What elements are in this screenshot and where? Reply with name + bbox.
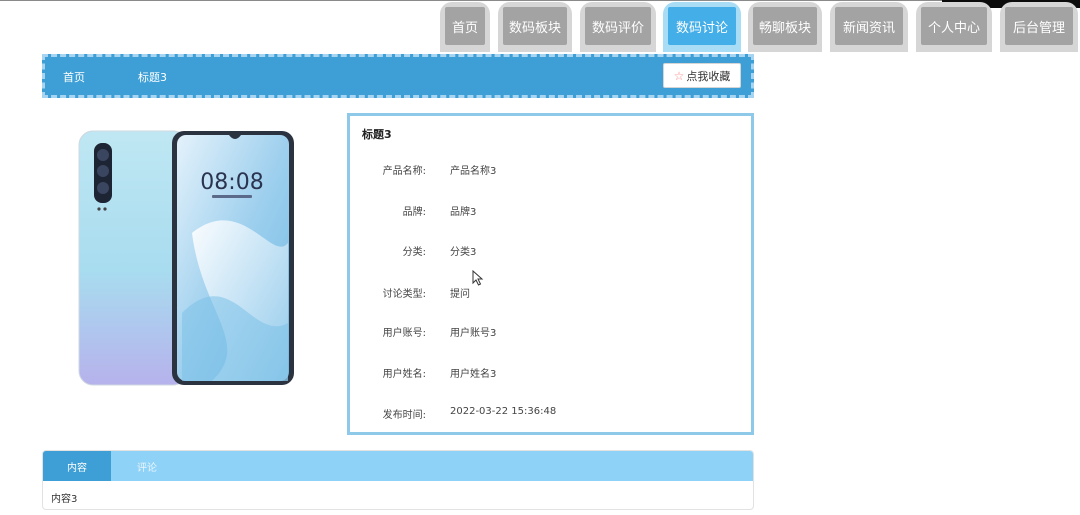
- tabs-header: 内容 评论: [43, 451, 753, 481]
- top-border-line: [0, 0, 1080, 1]
- detail-row: 用户账号: 用户账号3: [350, 324, 750, 344]
- detail-value: 用户账号3: [450, 328, 497, 339]
- star-outline-icon: ☆: [673, 68, 685, 83]
- detail-label: 品牌:: [402, 207, 426, 218]
- detail-value: 分类3: [450, 247, 477, 258]
- detail-row: 讨论类型: 提问: [350, 285, 750, 305]
- nav-tab-digital-discussion[interactable]: 数码讨论: [663, 2, 741, 52]
- content-tabs: 内容 评论 内容3: [42, 450, 754, 510]
- nav-tab-personal-center[interactable]: 个人中心: [916, 2, 992, 52]
- nav-tab-label: 后台管理: [1005, 7, 1073, 45]
- nav-tab-label: 畅聊板块: [753, 7, 817, 45]
- detail-row: 分类: 分类3: [350, 243, 750, 263]
- detail-value: 产品名称3: [450, 166, 497, 177]
- detail-value: 品牌3: [450, 207, 477, 218]
- detail-value: 用户姓名3: [450, 369, 497, 380]
- product-image: 08:08: [42, 113, 332, 413]
- breadcrumb-home-link[interactable]: 首页: [63, 69, 85, 85]
- nav-tab-label: 个人中心: [921, 7, 987, 45]
- nav-tab-label: 数码讨论: [668, 7, 736, 45]
- detail-panel: 标题3 产品名称: 产品名称3 品牌: 品牌3 分类: 分类3 讨论类型: 提问…: [347, 113, 754, 435]
- nav-tab-label: 首页: [445, 7, 485, 45]
- detail-value: 2022-03-22 15:36:48: [450, 406, 557, 417]
- nav-tab-label: 数码评价: [585, 7, 651, 45]
- detail-label: 讨论类型:: [382, 289, 426, 300]
- nav-tab-news[interactable]: 新闻资讯: [830, 2, 908, 52]
- detail-label: 用户姓名:: [382, 369, 426, 380]
- detail-row: 品牌: 品牌3: [350, 203, 750, 223]
- lockscreen-time: 08:08: [200, 170, 263, 195]
- nav-tab-home[interactable]: 首页: [440, 2, 490, 52]
- nav-tab-label: 数码板块: [503, 7, 567, 45]
- tab-body-text: 内容3: [51, 494, 78, 505]
- nav-tab-digital-review[interactable]: 数码评价: [580, 2, 656, 52]
- mouse-cursor-icon: [472, 269, 484, 290]
- nav-tab-admin[interactable]: 后台管理: [1000, 2, 1078, 52]
- detail-label: 产品名称:: [382, 166, 426, 177]
- main-nav: 首页 数码板块 数码评价 数码讨论 畅聊板块 新闻资讯 个人中心 后台管理: [0, 2, 1080, 52]
- detail-row: 产品名称: 产品名称3: [350, 162, 750, 182]
- breadcrumb: 首页 标题3 ☆ 点我收藏: [42, 54, 754, 98]
- tab-comments[interactable]: 评论: [113, 451, 181, 481]
- nav-tab-chat-board[interactable]: 畅聊板块: [748, 2, 822, 52]
- favorite-button[interactable]: ☆ 点我收藏: [663, 63, 741, 88]
- detail-row: 发布时间: 2022-03-22 15:36:48: [350, 406, 750, 426]
- detail-title: 标题3: [362, 128, 392, 141]
- nav-tab-label: 新闻资讯: [835, 7, 903, 45]
- breadcrumb-current: 标题3: [138, 71, 167, 84]
- detail-value: 提问: [450, 289, 470, 300]
- detail-row: 用户姓名: 用户姓名3: [350, 365, 750, 385]
- detail-label: 分类:: [402, 247, 426, 258]
- detail-label: 发布时间:: [382, 410, 426, 421]
- detail-label: 用户账号:: [382, 328, 426, 339]
- favorite-button-label: 点我收藏: [686, 69, 731, 83]
- nav-tab-digital-board[interactable]: 数码板块: [498, 2, 572, 52]
- tab-content[interactable]: 内容: [43, 451, 111, 481]
